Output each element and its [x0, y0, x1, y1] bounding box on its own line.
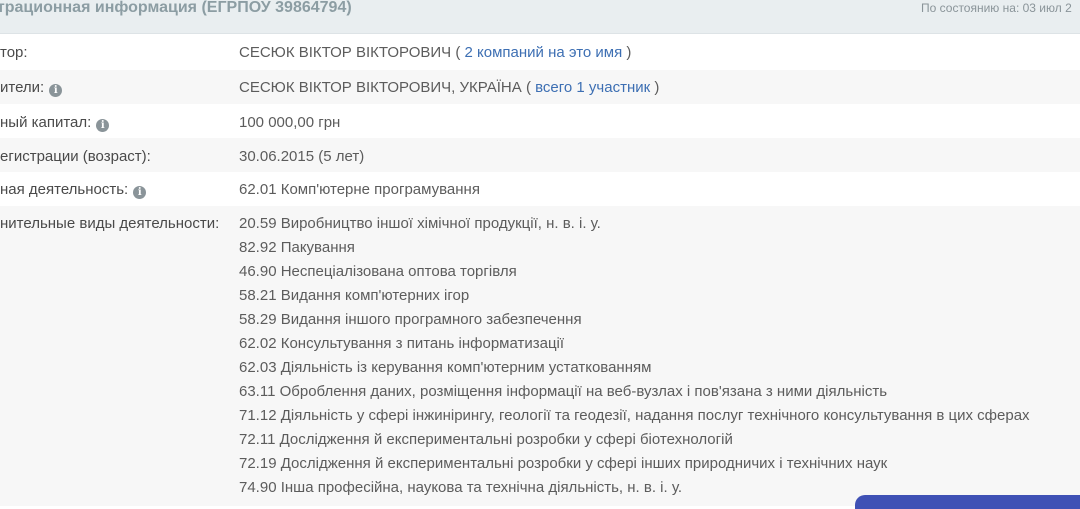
status-date: По состоянию на: 03 июл 2	[921, 1, 1072, 15]
row-founders: ители: i СЕСЮК ВІКТОР ВІКТОРОВИЧ, УКРАЇНА…	[0, 70, 1080, 104]
section-title: страционная информация (ЕГРПОУ 39864794)	[0, 0, 352, 16]
director-open-paren: (	[451, 44, 465, 61]
floating-action-button[interactable]	[855, 495, 1080, 509]
row-main-activity: ная деятельность: i 62.01 Комп'ютерне про…	[0, 172, 1080, 206]
section-header: страционная информация (ЕГРПОУ 39864794)…	[0, 0, 1080, 34]
list-item: 72.19 Дослідження й експериментальні роз…	[239, 455, 888, 472]
list-item: 20.59 Виробництво іншої хімічної продукц…	[239, 215, 601, 232]
founders-label: ители: i	[0, 79, 63, 97]
main-activity-label-text: ная деятельность:	[0, 181, 129, 198]
row-capital: ный капитал: i 100 000,00 грн	[0, 104, 1080, 138]
founders-value: СЕСЮК ВІКТОР ВІКТОРОВИЧ, УКРАЇНА ( всего…	[239, 79, 659, 96]
founders-count-link[interactable]: всего 1 участник	[535, 79, 650, 96]
list-item: 63.11 Оброблення даних, розміщення інфор…	[239, 383, 888, 400]
director-label: тор:	[0, 44, 28, 61]
director-name: СЕСЮК ВІКТОР ВІКТОРОВИЧ	[239, 44, 452, 61]
list-item: 82.92 Пакування	[239, 239, 355, 256]
row-registration: егистрации (возраст): 30.06.2015 (5 лет)	[0, 138, 1080, 172]
list-item: 72.11 Дослідження й експериментальні роз…	[239, 431, 733, 448]
info-icon[interactable]: i	[133, 186, 147, 199]
registration-value: 30.06.2015 (5 лет)	[239, 148, 365, 165]
founders-open-paren: (	[521, 79, 536, 96]
director-companies-link[interactable]: 2 компаний на это имя	[465, 44, 623, 61]
info-icon[interactable]: i	[96, 119, 110, 132]
founders-close-paren: )	[650, 79, 660, 96]
capital-label-text: ный капитал:	[0, 114, 92, 131]
row-director: тор: СЕСЮК ВІКТОР ВІКТОРОВИЧ ( 2 компани…	[0, 36, 1080, 70]
list-item: 62.02 Консультування з питань інформатиз…	[239, 335, 565, 352]
founders-label-text: ители:	[0, 79, 45, 96]
info-icon[interactable]: i	[49, 84, 63, 97]
director-close-paren: )	[622, 44, 632, 61]
capital-label: ный капитал: i	[0, 114, 110, 132]
director-value: СЕСЮК ВІКТОР ВІКТОРОВИЧ ( 2 компаний на …	[239, 44, 631, 61]
additional-activities-label: нительные виды деятельности:	[0, 215, 220, 232]
list-item: 62.03 Діяльність із керування комп'ютерн…	[239, 359, 652, 376]
list-item: 71.12 Діяльність у сфері інжинірингу, ге…	[239, 407, 1030, 424]
founders-name: СЕСЮК ВІКТОР ВІКТОРОВИЧ, УКРАЇНА	[239, 79, 522, 96]
list-item: 58.29 Видання іншого програмного забезпе…	[239, 311, 582, 328]
list-item: 46.90 Неспеціалізована оптова торгівля	[239, 263, 517, 280]
list-item: 58.21 Видання комп'ютерних ігор	[239, 287, 470, 304]
registration-label: егистрации (возраст):	[0, 148, 151, 165]
capital-value: 100 000,00 грн	[239, 114, 341, 131]
additional-activities-list: 20.59 Виробництво іншої хімічної продукц…	[239, 212, 1030, 500]
main-activity-value: 62.01 Комп'ютерне програмування	[239, 181, 480, 198]
main-activity-label: ная деятельность: i	[0, 181, 147, 199]
